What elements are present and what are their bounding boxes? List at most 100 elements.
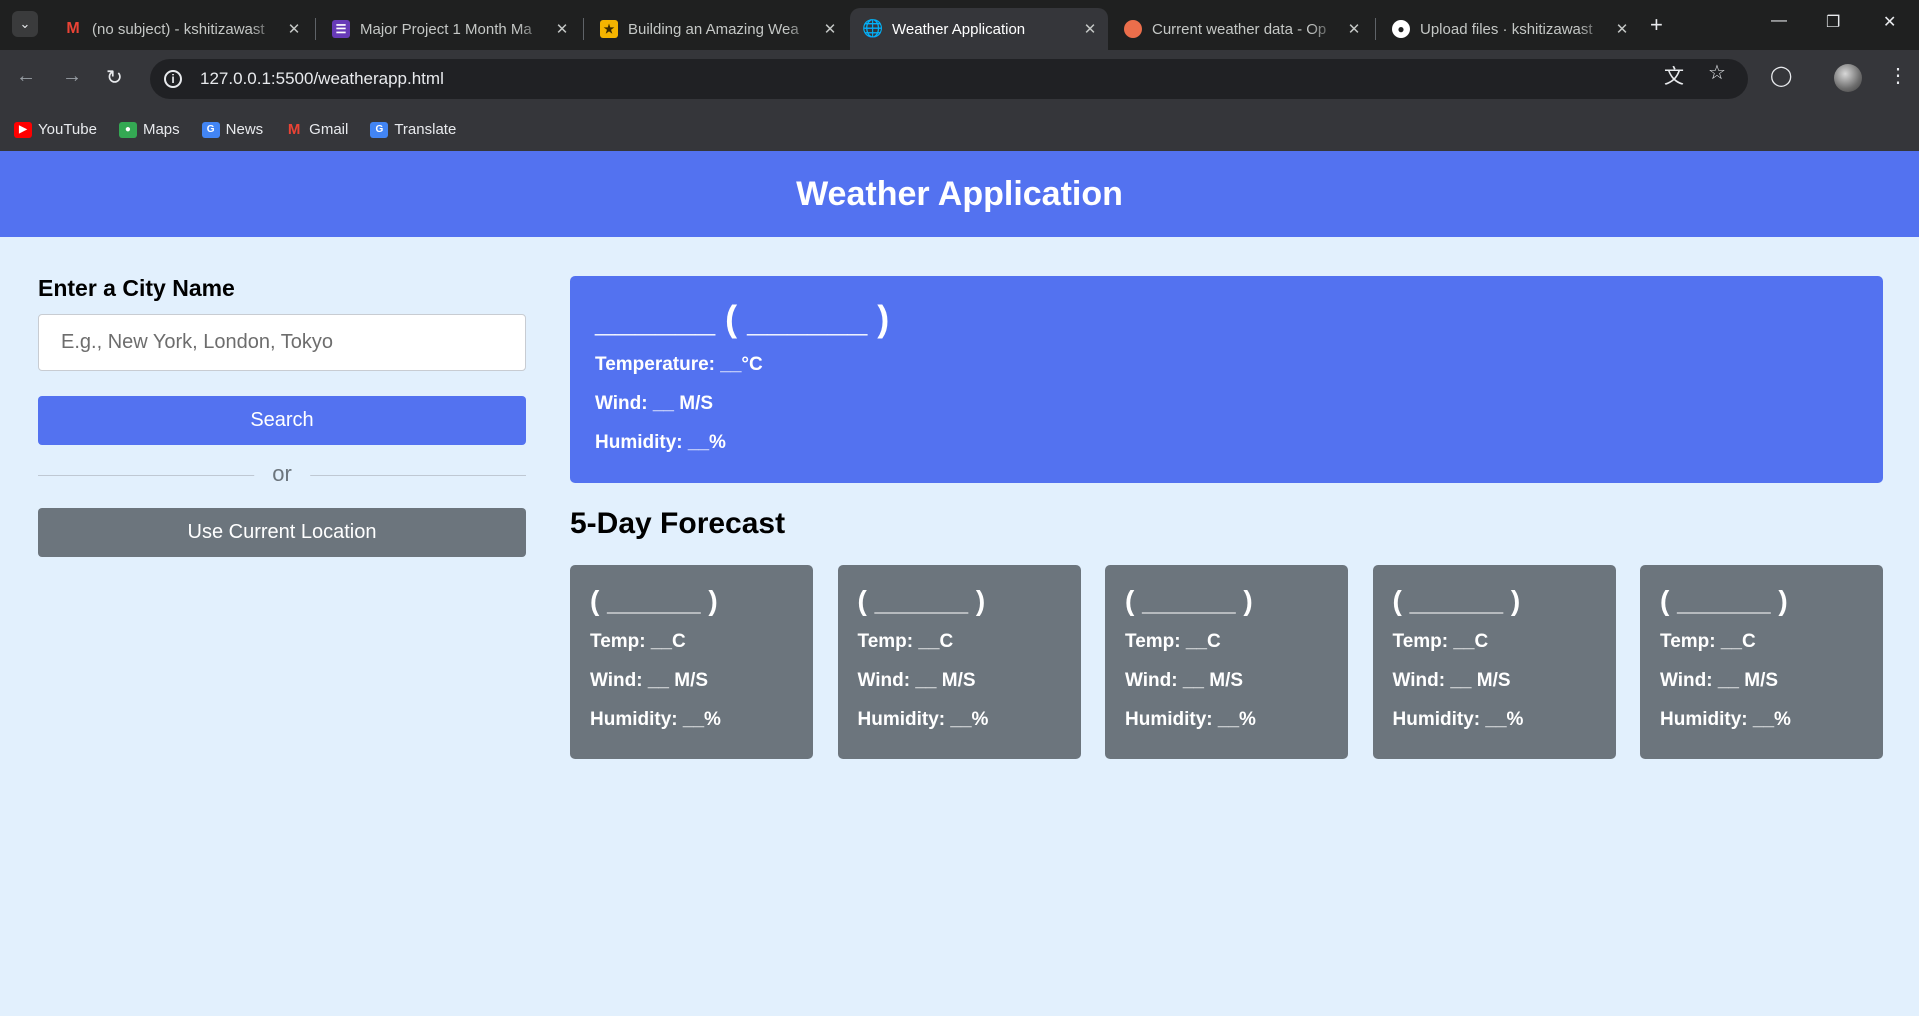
browser-toolbar: ← → ↻ i 127.0.0.1:5500/weatherapp.html 文… — [0, 50, 1919, 108]
forecast-temp: Temp: __C — [1125, 631, 1221, 652]
tab-title: Upload files · kshitizawast — [1420, 20, 1593, 38]
forecast-temp: Temp: __C — [1660, 631, 1756, 652]
forecast-card: ( ______ ) Temp: __C Wind: __ M/S Humidi… — [570, 565, 813, 759]
url-text[interactable]: 127.0.0.1:5500/weatherapp.html — [200, 69, 444, 89]
forecast-temp: Temp: __C — [857, 631, 954, 652]
forecast-card: ( ______ ) Temp: __C Wind: __ M/S Humidi… — [1640, 565, 1883, 759]
forecast-humidity: Humidity: __% — [1660, 709, 1791, 730]
forms-icon: ☰ — [332, 20, 350, 38]
browser-tabstrip: ⌄ M (no subject) - kshitizawast ✕ ☰ Majo… — [0, 0, 1919, 50]
forecast-date: ( ______ ) — [1125, 585, 1253, 616]
close-icon[interactable]: ✕ — [286, 20, 302, 38]
bookmarks-bar: ▶ YouTube ● Maps G News M Gmail G Transl… — [0, 108, 1919, 152]
app-header: Weather Application — [0, 151, 1919, 237]
page-title: Weather Application — [796, 174, 1123, 213]
openweather-icon — [1124, 20, 1142, 38]
forecast-heading: 5-Day Forecast — [570, 507, 786, 540]
tab-divider — [1375, 18, 1376, 40]
close-icon[interactable]: ✕ — [1346, 20, 1362, 38]
menu-kebab-icon[interactable]: ⋮ — [1888, 63, 1908, 88]
site-info-icon[interactable]: i — [164, 70, 182, 88]
new-tab-plus-icon[interactable]: + — [1650, 12, 1663, 38]
page-viewport: Weather Application Enter a City Name Se… — [0, 151, 1919, 1016]
tab-title: Major Project 1 Month Ma — [360, 20, 532, 38]
restore-icon[interactable]: ❐ — [1826, 12, 1840, 32]
forecast-humidity: Humidity: __% — [1125, 709, 1256, 730]
tab-title: (no subject) - kshitizawast — [92, 20, 265, 38]
news-icon: G — [201, 121, 220, 138]
bookmark-youtube[interactable]: ▶ YouTube — [14, 121, 97, 138]
globe-icon: 🌐 — [862, 19, 884, 38]
weather-input-panel: Enter a City Name Search or Use Current … — [38, 275, 526, 557]
translate-page-icon[interactable]: 文 — [1664, 60, 1684, 89]
weather-data-section: ______ ( ______ ) Temperature: __°C Wind… — [570, 276, 1883, 759]
bookmark-translate[interactable]: G Translate — [370, 121, 456, 138]
forecast-date: ( ______ ) — [590, 585, 718, 616]
current-temperature: Temperature: __°C — [595, 354, 763, 375]
forward-arrow-icon[interactable]: → — [62, 65, 82, 88]
maps-icon: ● — [118, 121, 137, 138]
or-separator: or — [38, 461, 526, 487]
gmail-icon: M — [287, 121, 301, 138]
forecast-date: ( ______ ) — [1660, 585, 1788, 616]
close-icon[interactable]: ✕ — [822, 20, 838, 38]
bookmark-label: Gmail — [309, 121, 349, 138]
forecast-card: ( ______ ) Temp: __C Wind: __ M/S Humidi… — [1372, 565, 1616, 759]
translate-icon: G — [370, 121, 389, 138]
forecast-wind: Wind: __ M/S — [857, 670, 976, 691]
current-wind: Wind: __ M/S — [595, 393, 714, 414]
browser-tab-active[interactable]: 🌐 Weather Application ✕ — [850, 8, 1108, 50]
tab-divider — [315, 18, 316, 40]
gmail-icon: M — [66, 20, 80, 37]
forecast-wind: Wind: __ M/S — [590, 670, 709, 691]
current-city-date: ______ ( ______ ) — [595, 298, 890, 339]
browser-tab[interactable]: ● Upload files · kshitizawast ✕ — [1378, 8, 1640, 50]
forecast-wind: Wind: __ M/S — [1392, 670, 1511, 691]
bookmark-gmail[interactable]: M Gmail — [285, 121, 348, 138]
close-icon[interactable]: ✕ — [554, 20, 570, 38]
forecast-humidity: Humidity: __% — [1392, 709, 1524, 730]
forecast-date: ( ______ ) — [857, 585, 986, 616]
forecast-humidity: Humidity: __% — [857, 709, 989, 730]
use-current-location-button[interactable]: Use Current Location — [38, 508, 526, 557]
forecast-temp: Temp: __C — [590, 631, 686, 652]
close-icon[interactable]: ✕ — [1082, 20, 1098, 38]
bookmark-label: YouTube — [38, 121, 97, 138]
bookmark-news[interactable]: G News — [201, 121, 264, 138]
forecast-date: ( ______ ) — [1392, 585, 1521, 616]
bookmark-label: News — [225, 121, 264, 138]
extensions-puzzle-icon[interactable]: ◯ — [1770, 63, 1792, 88]
profile-avatar[interactable] — [1834, 64, 1862, 92]
minimize-icon[interactable]: — — [1771, 12, 1787, 30]
reload-icon[interactable]: ↻ — [106, 65, 123, 90]
close-icon[interactable]: ✕ — [1614, 20, 1630, 38]
tab-title: Current weather data - Op — [1152, 20, 1327, 38]
forecast-humidity: Humidity: __% — [590, 709, 721, 730]
tab-title: Weather Application — [892, 20, 1026, 38]
back-arrow-icon[interactable]: ← — [16, 65, 36, 88]
current-weather-card: ______ ( ______ ) Temperature: __°C Wind… — [570, 276, 1883, 483]
youtube-icon: ▶ — [14, 121, 32, 138]
browser-tab[interactable]: ★ Building an Amazing Wea ✕ — [586, 8, 848, 50]
forecast-temp: Temp: __C — [1392, 631, 1489, 652]
window-close-icon[interactable]: ✕ — [1883, 12, 1896, 32]
tab-title: Building an Amazing Wea — [628, 20, 799, 38]
forecast-card: ( ______ ) Temp: __C Wind: __ M/S Humidi… — [837, 565, 1081, 759]
city-search-input[interactable] — [38, 314, 526, 371]
tab-search-chevron-icon[interactable]: ⌄ — [12, 11, 38, 37]
browser-tab[interactable]: ☰ Major Project 1 Month Ma ✕ — [318, 8, 580, 50]
tab-divider — [583, 18, 584, 40]
bookmark-maps[interactable]: ● Maps — [118, 121, 180, 138]
city-input-label: Enter a City Name — [38, 275, 235, 301]
bookmark-label: Translate — [394, 121, 457, 138]
bookmark-star-icon[interactable]: ☆ — [1708, 60, 1726, 85]
browser-tab[interactable]: M (no subject) - kshitizawast ✕ — [50, 8, 312, 50]
current-humidity: Humidity: __% — [595, 432, 726, 453]
article-icon: ★ — [600, 20, 618, 38]
forecast-wind: Wind: __ M/S — [1125, 670, 1244, 691]
browser-tab[interactable]: Current weather data - Op ✕ — [1110, 8, 1372, 50]
address-bar[interactable]: i 127.0.0.1:5500/weatherapp.html — [150, 59, 1748, 99]
forecast-card: ( ______ ) Temp: __C Wind: __ M/S Humidi… — [1105, 565, 1348, 759]
search-button[interactable]: Search — [38, 396, 526, 445]
bookmark-label: Maps — [142, 121, 180, 138]
